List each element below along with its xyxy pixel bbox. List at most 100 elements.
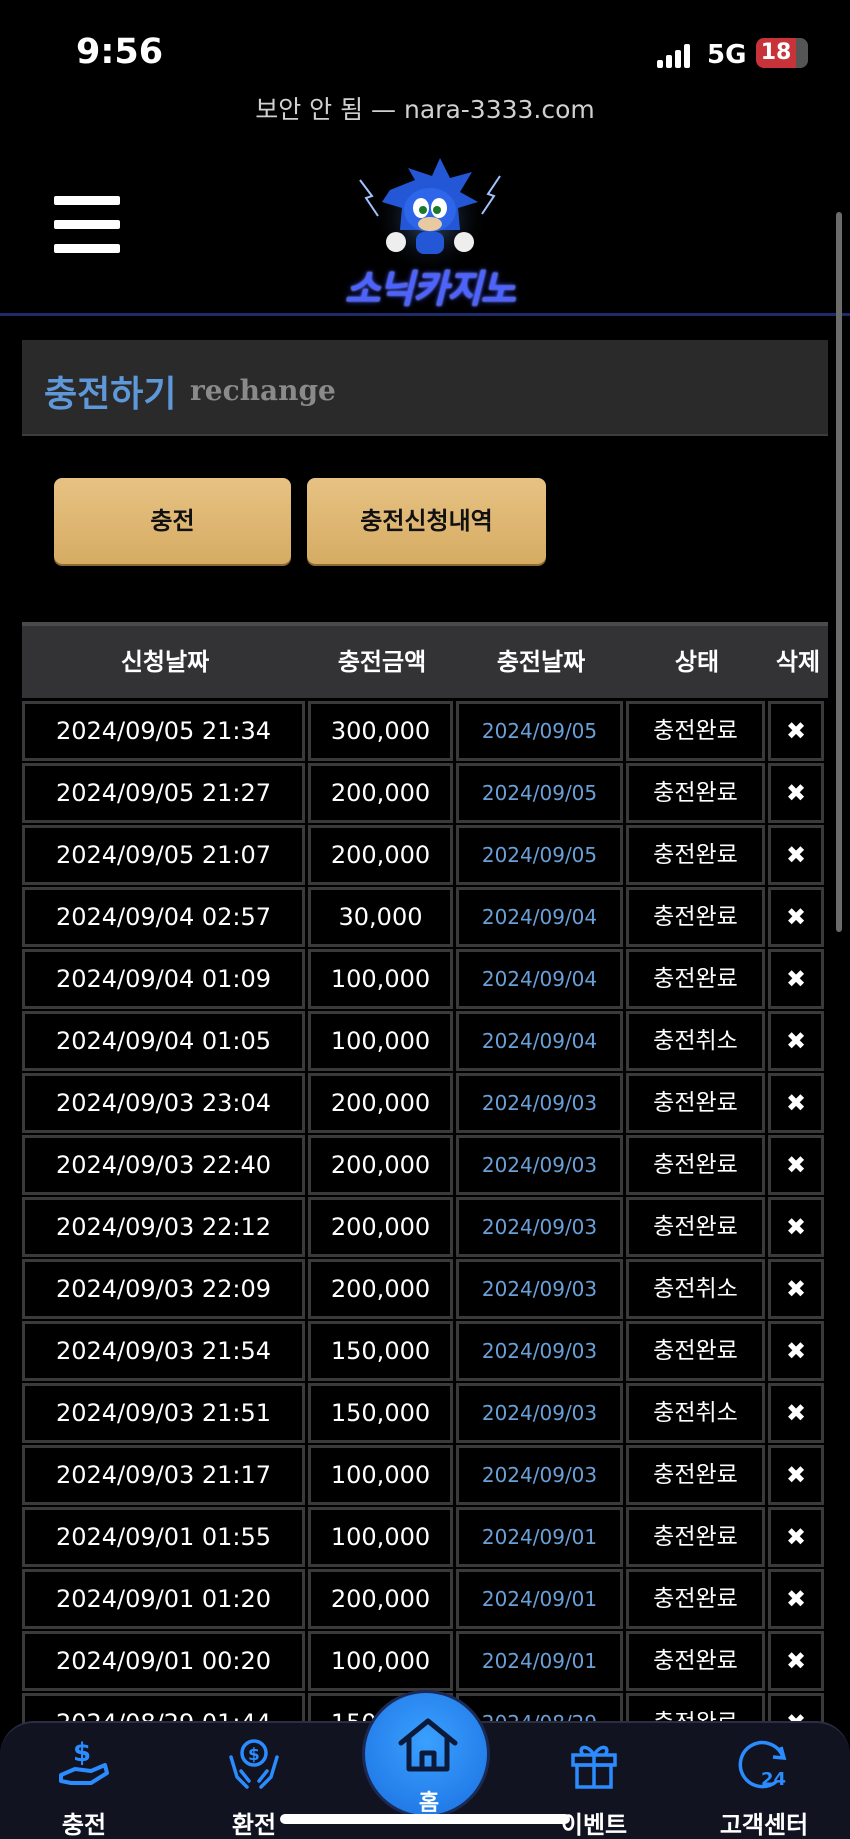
- nav-support[interactable]: 24 고객센터: [704, 1723, 824, 1839]
- status-cell: 충전완료: [626, 1569, 765, 1629]
- svg-text:$: $: [73, 1738, 91, 1768]
- request-date-cell: 2024/09/01 01:20: [22, 1569, 305, 1629]
- amount-cell: 100,000: [308, 1011, 453, 1071]
- request-date-cell: 2024/09/03 23:04: [22, 1073, 305, 1133]
- charge-date-cell: 2024/09/03: [456, 1321, 623, 1381]
- amount-cell: 200,000: [308, 1073, 453, 1133]
- request-date-cell: 2024/09/05 21:07: [22, 825, 305, 885]
- request-date-cell: 2024/09/04 01:09: [22, 949, 305, 1009]
- exchange-hands-icon: $: [229, 1739, 279, 1789]
- charge-date-cell: 2024/09/04: [456, 887, 623, 947]
- menu-icon[interactable]: [54, 196, 120, 254]
- status-time: 9:56: [76, 32, 164, 72]
- nav-charge[interactable]: $ 충전: [24, 1723, 144, 1839]
- delete-button[interactable]: ✖: [768, 1073, 824, 1133]
- delete-button[interactable]: ✖: [768, 1383, 824, 1443]
- page-title: 충전하기: [44, 374, 177, 415]
- status-cell: 충전완료: [626, 1507, 765, 1567]
- status-cell: 충전완료: [626, 763, 765, 823]
- table-row: 2024/09/01 01:55 100,000 2024/09/01 충전완료 ✖: [22, 1507, 828, 1569]
- charge-date-cell: 2024/09/05: [456, 763, 623, 823]
- site-logo[interactable]: 소닉카지노: [320, 150, 540, 311]
- table-row: 2024/09/03 23:04 200,000 2024/09/03 충전완료 ✖: [22, 1073, 828, 1135]
- request-date-cell: 2024/09/04 02:57: [22, 887, 305, 947]
- header-request-date: 신청날짜: [120, 648, 210, 676]
- header-status: 상태: [674, 648, 720, 676]
- site-header: 소닉카지노: [0, 140, 850, 316]
- amount-cell: 200,000: [308, 763, 453, 823]
- support-24h-icon: 24: [738, 1740, 787, 1790]
- charge-date-cell: 2024/09/03: [456, 1135, 623, 1195]
- status-cell: 충전완료: [626, 887, 765, 947]
- table-row: 2024/09/01 00:20 100,000 2024/09/01 충전완료 ✖: [22, 1631, 828, 1693]
- amount-cell: 200,000: [308, 825, 453, 885]
- amount-cell: 100,000: [308, 1507, 453, 1567]
- table-row: 2024/09/01 01:20 200,000 2024/09/01 충전완료 ✖: [22, 1569, 828, 1631]
- charge-date-cell: 2024/09/05: [456, 701, 623, 761]
- charge-history-button[interactable]: 충전신청내역: [307, 478, 546, 564]
- delete-button[interactable]: ✖: [768, 1197, 824, 1257]
- delete-button[interactable]: ✖: [768, 1631, 824, 1691]
- header-charge-date: 충전날짜: [496, 648, 586, 676]
- delete-button[interactable]: ✖: [768, 1569, 824, 1629]
- amount-cell: 100,000: [308, 1631, 453, 1691]
- sonic-character-icon: [359, 154, 501, 270]
- status-cell: 충전취소: [626, 1383, 765, 1443]
- delete-button[interactable]: ✖: [768, 887, 824, 947]
- delete-button[interactable]: ✖: [768, 1135, 824, 1195]
- delete-button[interactable]: ✖: [768, 1321, 824, 1381]
- amount-cell: 200,000: [308, 1259, 453, 1319]
- amount-cell: 150,000: [308, 1383, 453, 1443]
- table-row: 2024/09/03 22:12 200,000 2024/09/03 충전완료 ✖: [22, 1197, 828, 1259]
- request-date-cell: 2024/09/03 21:51: [22, 1383, 305, 1443]
- table-row: 2024/09/04 02:57 30,000 2024/09/04 충전완료 ✖: [22, 887, 828, 949]
- battery-icon: 18: [756, 38, 808, 68]
- delete-button[interactable]: ✖: [768, 701, 824, 761]
- signal-icon: [657, 44, 691, 68]
- svg-text:24: 24: [761, 1769, 786, 1790]
- amount-cell: 200,000: [308, 1569, 453, 1629]
- charge-date-cell: 2024/09/03: [456, 1383, 623, 1443]
- status-cell: 충전완료: [626, 701, 765, 761]
- status-cell: 충전완료: [626, 1445, 765, 1505]
- request-date-cell: 2024/09/03 22:40: [22, 1135, 305, 1195]
- delete-button[interactable]: ✖: [768, 949, 824, 1009]
- delete-button[interactable]: ✖: [768, 1445, 824, 1505]
- charge-date-cell: 2024/09/04: [456, 1011, 623, 1071]
- table-row: 2024/09/05 21:27 200,000 2024/09/05 충전완료 ✖: [22, 763, 828, 825]
- status-cell: 충전완료: [626, 1073, 765, 1133]
- amount-cell: 300,000: [308, 701, 453, 761]
- delete-button[interactable]: ✖: [768, 1507, 824, 1567]
- delete-button[interactable]: ✖: [768, 825, 824, 885]
- page-scrollbar[interactable]: [836, 212, 842, 932]
- charge-history-table: 신청날짜 충전금액 충전날짜 상태 삭제 2024/09/05 21:34 300…: [22, 622, 828, 1755]
- amount-cell: 150,000: [308, 1321, 453, 1381]
- charge-date-cell: 2024/09/04: [456, 949, 623, 1009]
- amount-cell: 200,000: [308, 1197, 453, 1257]
- table-row: 2024/09/05 21:34 300,000 2024/09/05 충전완료 ✖: [22, 701, 828, 763]
- charge-date-cell: 2024/09/01: [456, 1507, 623, 1567]
- charge-date-cell: 2024/09/03: [456, 1259, 623, 1319]
- table-body: 2024/09/05 21:34 300,000 2024/09/05 충전완료 ✖ 20…: [22, 701, 828, 1755]
- charge-date-cell: 2024/09/01: [456, 1631, 623, 1691]
- status-cell: 충전완료: [626, 825, 765, 885]
- page-title-box: 충전하기 rechange: [22, 340, 828, 436]
- nav-home-label: 홈: [418, 1791, 440, 1816]
- nav-home-button[interactable]: 홈: [362, 1690, 490, 1818]
- delete-button[interactable]: ✖: [768, 763, 824, 823]
- logo-text: 소닉카지노: [345, 267, 516, 311]
- nav-support-label: 고객센터: [719, 1811, 809, 1839]
- request-date-cell: 2024/09/05 21:27: [22, 763, 305, 823]
- table-row: 2024/09/03 21:17 100,000 2024/09/03 충전완료 ✖: [22, 1445, 828, 1507]
- table-row: 2024/09/04 01:09 100,000 2024/09/04 충전완료 ✖: [22, 949, 828, 1011]
- charge-button[interactable]: 충전: [54, 478, 291, 564]
- delete-button[interactable]: ✖: [768, 1011, 824, 1071]
- delete-button[interactable]: ✖: [768, 1259, 824, 1319]
- url-bar[interactable]: 보안 안 됨 — nara-3333.com: [0, 90, 850, 126]
- header-delete: 삭제: [775, 648, 821, 676]
- request-date-cell: 2024/09/03 22:12: [22, 1197, 305, 1257]
- nav-charge-label: 충전: [61, 1811, 107, 1839]
- request-date-cell: 2024/09/01 00:20: [22, 1631, 305, 1691]
- amount-cell: 200,000: [308, 1135, 453, 1195]
- status-cell: 충전완료: [626, 1197, 765, 1257]
